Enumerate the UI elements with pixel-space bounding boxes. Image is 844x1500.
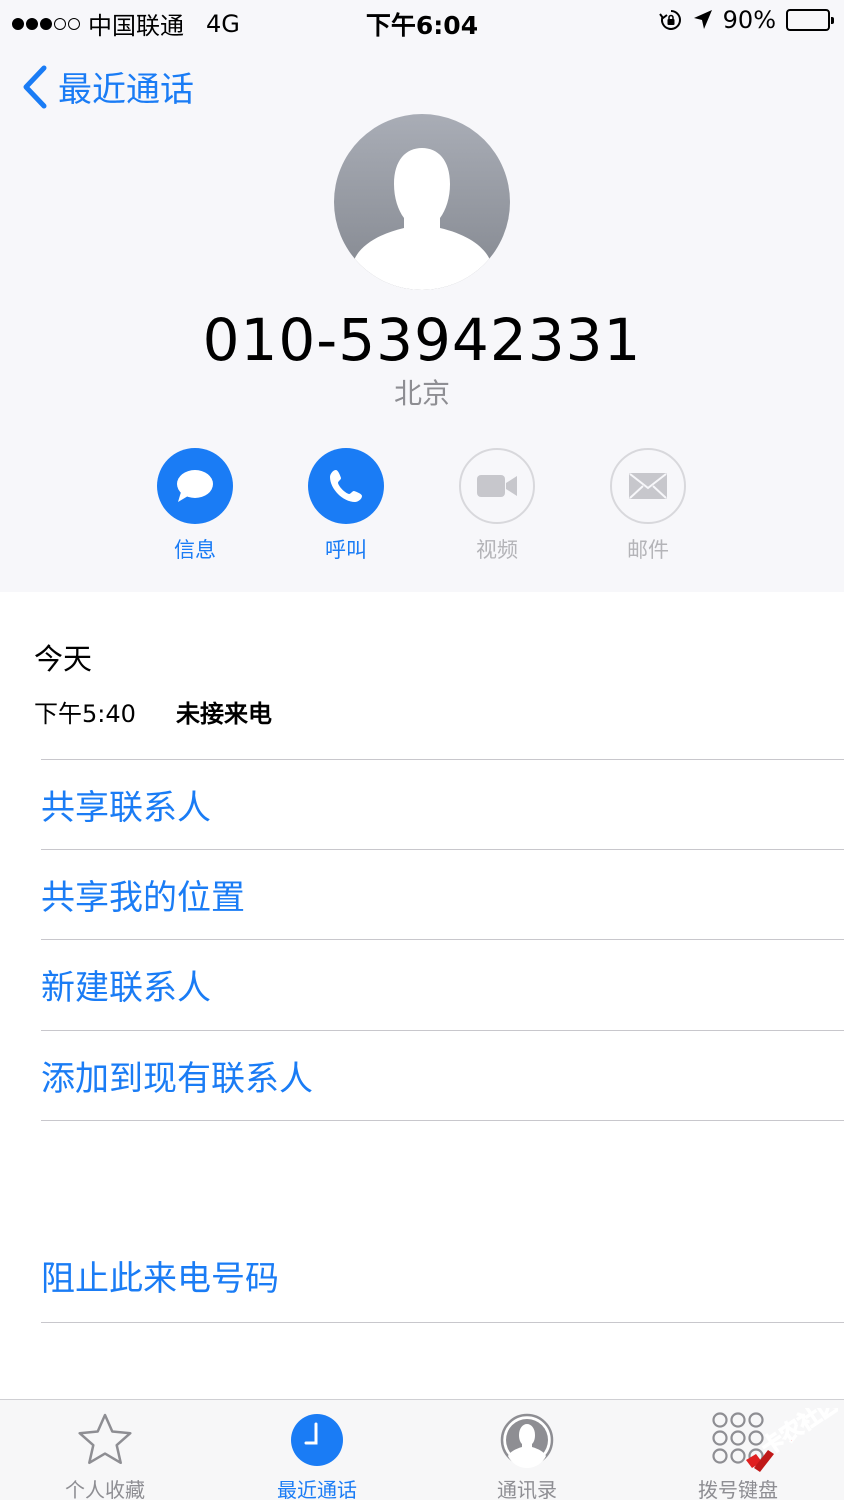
battery-icon [786,9,834,31]
location-icon [693,10,712,29]
call-status: 未接来电 [176,700,272,728]
number-location: 北京 [393,377,450,410]
call-button[interactable]: 呼叫 [308,448,384,564]
menu-label: 共享联系人 [41,788,211,828]
tab-label: 最近通话 [277,1478,357,1500]
mail-icon [629,473,667,499]
tab-contacts[interactable]: 通讯录 [457,1400,597,1500]
clock-icon [291,1414,343,1466]
block-divider [41,1322,844,1323]
recents-day-heading: 今天 [34,642,93,676]
call-label: 呼叫 [325,538,367,562]
menu-label: 共享我的位置 [41,878,245,918]
block-caller-button[interactable]: 阻止此来电号码 [41,1230,844,1320]
person-silhouette-icon [354,148,490,290]
message-icon [177,470,213,502]
share-contact-button[interactable]: 共享联系人 [41,759,844,849]
chevron-left-icon [23,65,47,108]
message-button[interactable]: 信息 [157,448,233,564]
back-label: 最近通话 [58,70,194,110]
menu-label: 添加到现有联系人 [41,1059,313,1099]
call-time: 下午5:40 [34,700,136,728]
add-to-existing-contact-button[interactable]: 添加到现有联系人 [41,1030,844,1120]
block-label: 阻止此来电号码 [41,1258,279,1299]
phone-icon [330,470,362,502]
mail-button[interactable]: 邮件 [610,448,686,564]
contact-header: 最近通话 010-53942331 北京 信息 呼叫 视频 邮件 [0,44,844,592]
video-label: 视频 [476,538,518,562]
quick-actions: 信息 呼叫 视频 邮件 [157,448,686,564]
avatar [334,114,510,290]
tab-label: 通讯录 [497,1478,557,1500]
watermark-text: 卡农社区 [757,1408,838,1461]
tab-bar: 个人收藏 最近通话 通讯录 拨号键盘 [0,1399,844,1500]
message-label: 信息 [174,538,216,562]
tab-favorites[interactable]: 个人收藏 [35,1400,175,1500]
share-location-button[interactable]: 共享我的位置 [41,849,844,939]
contacts-icon [500,1413,554,1468]
mail-label: 邮件 [627,538,669,562]
tab-label: 个人收藏 [65,1478,145,1500]
status-bar: 中国联通 4G 下午6:04 90% [0,0,844,44]
video-icon [477,475,517,497]
tab-recents[interactable]: 最近通话 [247,1400,387,1500]
star-icon [78,1413,132,1465]
menu-label: 新建联系人 [41,968,211,1008]
rotation-lock-icon [658,10,681,30]
new-contact-button[interactable]: 新建联系人 [41,939,844,1029]
phone-number: 010-53942331 [202,306,642,374]
status-right: 90% [658,6,834,34]
watermark-logo: 卡农社区 [742,1390,844,1488]
menu-divider [41,1120,844,1121]
video-button[interactable]: 视频 [459,448,535,564]
back-button[interactable]: 最近通话 [22,62,194,111]
battery-percent: 90% [722,6,776,34]
